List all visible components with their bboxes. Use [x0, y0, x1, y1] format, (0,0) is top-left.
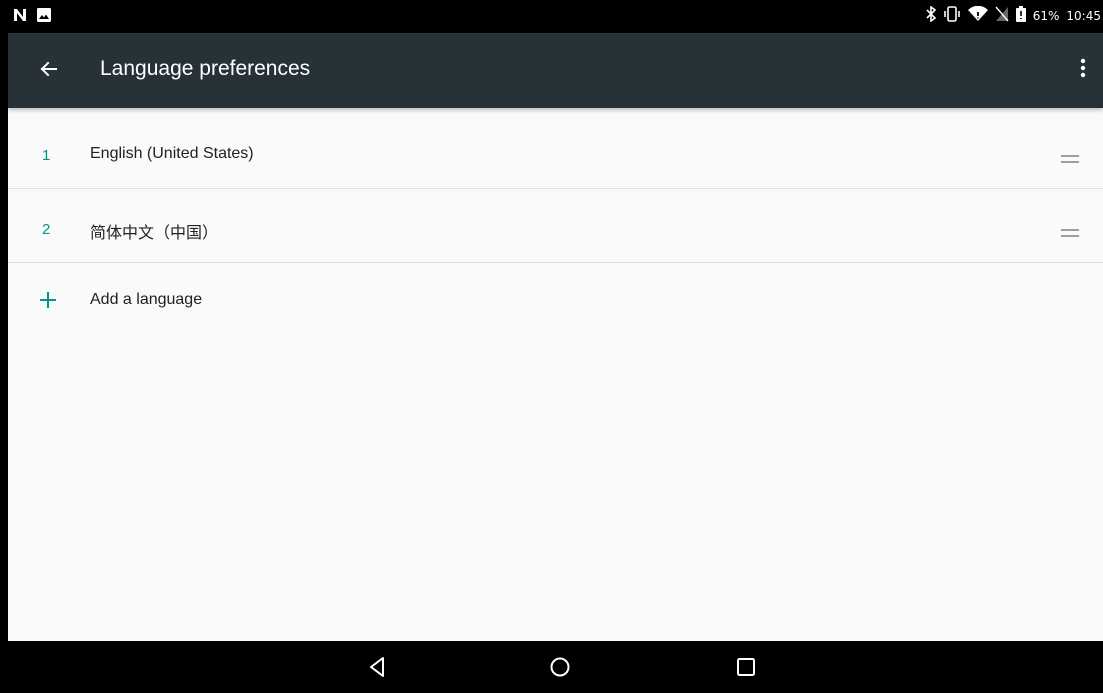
language-name: English (United States): [90, 145, 254, 162]
language-item[interactable]: 2 简体中文（中国）: [8, 189, 1103, 263]
language-rank: 2: [42, 221, 51, 238]
vibrate-icon: [943, 6, 961, 25]
status-left-icons: [12, 7, 52, 28]
language-list: 1 English (United States) 2 简体中文（中国）: [8, 115, 1103, 263]
language-preferences-screen: 61% 10:45 Language preferences 1 English…: [8, 0, 1103, 693]
arrow-back-icon: [34, 61, 64, 88]
drag-handle-icon[interactable]: [1061, 224, 1079, 237]
navigation-bar: [8, 641, 1103, 693]
drag-handle-icon[interactable]: [1061, 150, 1079, 163]
plus-icon: [38, 290, 58, 310]
more-options-button[interactable]: [1073, 53, 1093, 83]
language-name: 简体中文（中国）: [90, 225, 219, 242]
no-sim-icon: [995, 6, 1009, 25]
more-vert-icon: [1073, 58, 1093, 87]
app-bar: Language preferences: [8, 33, 1103, 108]
language-rank: 1: [42, 147, 51, 164]
recents-square-icon: [733, 658, 759, 684]
back-button[interactable]: [34, 54, 64, 84]
wifi-icon: [967, 5, 988, 25]
nav-home-button[interactable]: [547, 654, 573, 680]
add-language-label: Add a language: [90, 291, 203, 308]
n-logo-icon: [12, 7, 28, 28]
back-triangle-icon: [365, 657, 391, 684]
language-item[interactable]: 1 English (United States): [8, 115, 1103, 189]
bluetooth-icon: [926, 5, 936, 25]
status-bar: 61% 10:45: [8, 0, 1103, 33]
nav-back-button[interactable]: [365, 654, 391, 680]
clock: 10:45: [1066, 8, 1101, 23]
battery-icon: [1015, 6, 1026, 25]
battery-percent: 61%: [1032, 8, 1060, 23]
status-right-icons: 61% 10:45: [926, 5, 1101, 25]
nav-recents-button[interactable]: [733, 654, 759, 680]
page-title: Language preferences: [100, 57, 311, 80]
gallery-notification-icon: [36, 7, 52, 28]
home-circle-icon: [547, 657, 573, 684]
add-language-button[interactable]: Add a language: [8, 263, 1103, 337]
